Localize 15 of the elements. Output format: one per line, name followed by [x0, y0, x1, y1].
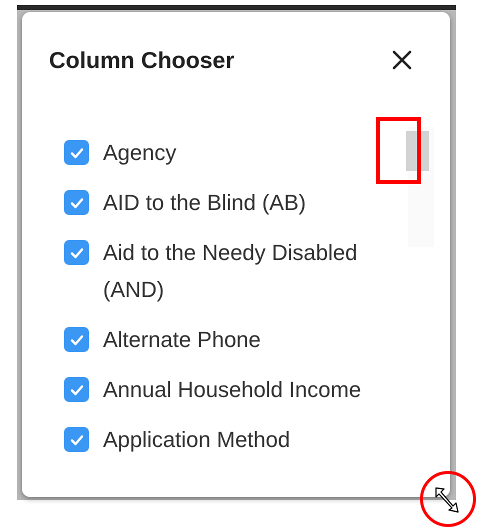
dialog-title: Column Chooser — [49, 46, 234, 75]
checkbox[interactable] — [64, 327, 89, 352]
checkbox[interactable] — [64, 240, 89, 265]
column-label: Annual Household Income — [103, 376, 362, 404]
column-label: AID to the Blind (AB) — [103, 189, 307, 217]
checkbox[interactable] — [64, 427, 89, 452]
column-label: Alternate Phone — [103, 326, 262, 354]
column-label: Agency — [103, 139, 178, 167]
highlight-box — [376, 117, 421, 184]
column-label: Application Method — [103, 426, 292, 454]
close-icon[interactable] — [390, 48, 414, 72]
checkbox[interactable] — [64, 377, 89, 402]
column-label: Aid to the Needy Disabled (AND) — [103, 239, 358, 304]
checkbox[interactable] — [64, 140, 89, 165]
checkbox[interactable] — [64, 190, 89, 215]
